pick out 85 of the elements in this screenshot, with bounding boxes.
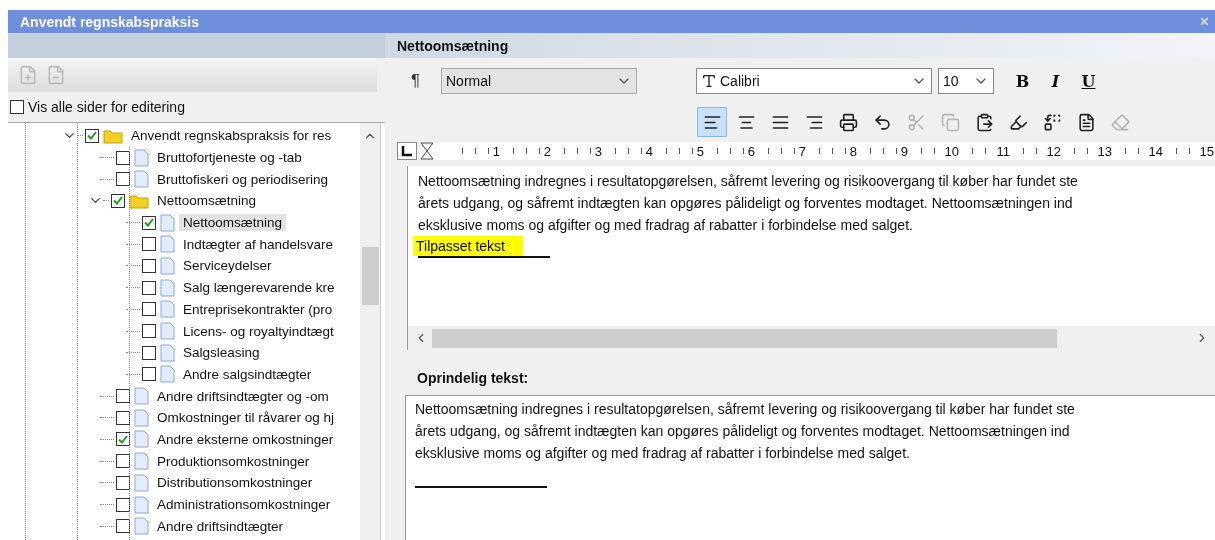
- checkbox[interactable]: [10, 100, 24, 114]
- tree-item[interactable]: Produktionsomkostninger: [153, 452, 314, 470]
- tree-item[interactable]: Licens- og royaltyindtægt: [179, 322, 338, 340]
- checkbox[interactable]: [85, 128, 99, 143]
- checkbox[interactable]: [142, 367, 156, 382]
- tree-item[interactable]: Salg længerevarende kre: [179, 279, 339, 297]
- tree-item[interactable]: Bruttofortjeneste og -tab: [153, 149, 306, 167]
- font-icon: [701, 73, 717, 89]
- paragraph-mark[interactable]: ¶: [411, 71, 441, 91]
- indent-marker-icon[interactable]: [420, 142, 434, 160]
- page-icon: [134, 148, 149, 167]
- scrollbar-thumb[interactable]: [361, 247, 379, 305]
- align-left-icon[interactable]: [697, 107, 727, 137]
- checkbox[interactable]: [116, 497, 130, 512]
- tree-item[interactable]: Indtægter af handelsvare: [179, 235, 338, 253]
- tree-item[interactable]: Entreprisekontrakter (pro: [179, 300, 337, 318]
- tree-item[interactable]: Nettoomsætning: [153, 192, 261, 210]
- checkbox[interactable]: [142, 215, 156, 230]
- scrollbar-thumb[interactable]: [432, 328, 1057, 348]
- checkbox[interactable]: [116, 432, 130, 447]
- checkbox-label: Vis alle sider for editering: [28, 99, 185, 115]
- page-icon: [160, 322, 175, 341]
- size-dropdown[interactable]: 10: [938, 68, 994, 94]
- checkbox[interactable]: [142, 324, 156, 339]
- page-icon: [160, 278, 175, 297]
- tree-item[interactable]: Anvendt regnskabspraksis for res: [127, 127, 336, 145]
- tree-item[interactable]: Omkostninger til råvarer og hj: [153, 409, 339, 427]
- tree-item[interactable]: Andre salgsindtægter: [179, 365, 316, 383]
- checkbox[interactable]: [142, 280, 156, 295]
- checkbox[interactable]: [116, 475, 130, 490]
- tab-stop-icon[interactable]: [397, 142, 417, 160]
- page-icon: [160, 365, 175, 384]
- checkbox[interactable]: [116, 519, 130, 534]
- window-title: Anvendt regnskabspraksis: [20, 13, 199, 30]
- checkbox[interactable]: [116, 410, 130, 425]
- page-icon: [134, 430, 149, 449]
- checkbox[interactable]: [116, 454, 130, 469]
- text-line: årets udgang, og såfremt indtægten kan opgøres pålideligt og forventes modtaget. Nettoomsætningen ind: [418, 194, 1074, 213]
- page-icon: [160, 343, 175, 362]
- style-dropdown[interactable]: Normal: [441, 68, 637, 94]
- section-label: Oprindelig tekst:: [416, 369, 530, 388]
- page-icon: [134, 473, 149, 492]
- tree-item[interactable]: Andre driftsindtægter: [153, 517, 288, 535]
- text-line: årets udgang, og såfremt indtægten kan opgøres pålideligt og forventes modtaget. Nettoomsætningen ind: [415, 422, 1071, 441]
- checkbox[interactable]: [111, 193, 125, 208]
- tree-item[interactable]: Bruttofiskeri og periodisering: [153, 170, 333, 188]
- page-icon: [160, 213, 175, 232]
- tree-item[interactable]: Nettoomsætning: [179, 214, 287, 232]
- text-line: Nettoomsætning indregnes i resultatopgørelsen, såfremt levering og risikoovergang til køber har fundet ste: [415, 400, 1076, 419]
- tree-item[interactable]: Andre driftsindtægter og -om: [153, 387, 333, 405]
- tree-item[interactable]: Andre eksterne omkostninger: [153, 430, 338, 448]
- highlighted-text: Tilpasset tekst: [413, 236, 523, 256]
- page-title: Nettoomsætning: [397, 37, 509, 54]
- italic-button[interactable]: I: [1039, 68, 1072, 94]
- underline-button[interactable]: U: [1072, 68, 1105, 94]
- page-icon: [134, 517, 149, 536]
- font-dropdown[interactable]: Calibri: [696, 68, 932, 94]
- page-icon: [160, 235, 175, 254]
- checkbox[interactable]: [116, 389, 130, 404]
- page-icon: [160, 256, 175, 275]
- page-icon: [134, 452, 149, 471]
- checkbox[interactable]: [142, 237, 156, 252]
- text-line: eksklusive moms og afgifter og med fradrag af rabatter i forbindelse med salget.: [418, 216, 914, 235]
- scrollbar[interactable]: [408, 326, 1215, 350]
- text-editor[interactable]: [408, 166, 1215, 350]
- checkbox[interactable]: [142, 258, 156, 273]
- page-icon: [134, 495, 149, 514]
- checkbox[interactable]: [116, 150, 130, 165]
- folder-icon: [129, 192, 149, 209]
- checkbox[interactable]: [116, 172, 130, 187]
- tree-item[interactable]: Distributionsomkostninger: [153, 474, 317, 492]
- tree-item[interactable]: Serviceydelser: [179, 257, 276, 275]
- bold-button[interactable]: B: [1006, 68, 1039, 94]
- tree-item[interactable]: Administrationsomkostninger: [153, 496, 335, 514]
- checkbox[interactable]: [142, 302, 156, 317]
- text-line: eksklusive moms og afgifter og med fradrag af rabatter i forbindelse med salget.: [415, 444, 911, 463]
- page-icon: [134, 387, 149, 406]
- page-icon: [134, 170, 149, 189]
- folder-icon: [103, 127, 123, 144]
- scrollbar[interactable]: [360, 123, 381, 540]
- text-line: Nettoomsætning indregnes i resultatopgørelsen, såfremt levering og risikoovergang til køber har fundet ste: [418, 172, 1079, 191]
- tree-item[interactable]: Salgsleasing: [179, 344, 264, 362]
- checkbox[interactable]: [142, 345, 156, 360]
- page-icon: [134, 408, 149, 427]
- page-icon: [160, 300, 175, 319]
